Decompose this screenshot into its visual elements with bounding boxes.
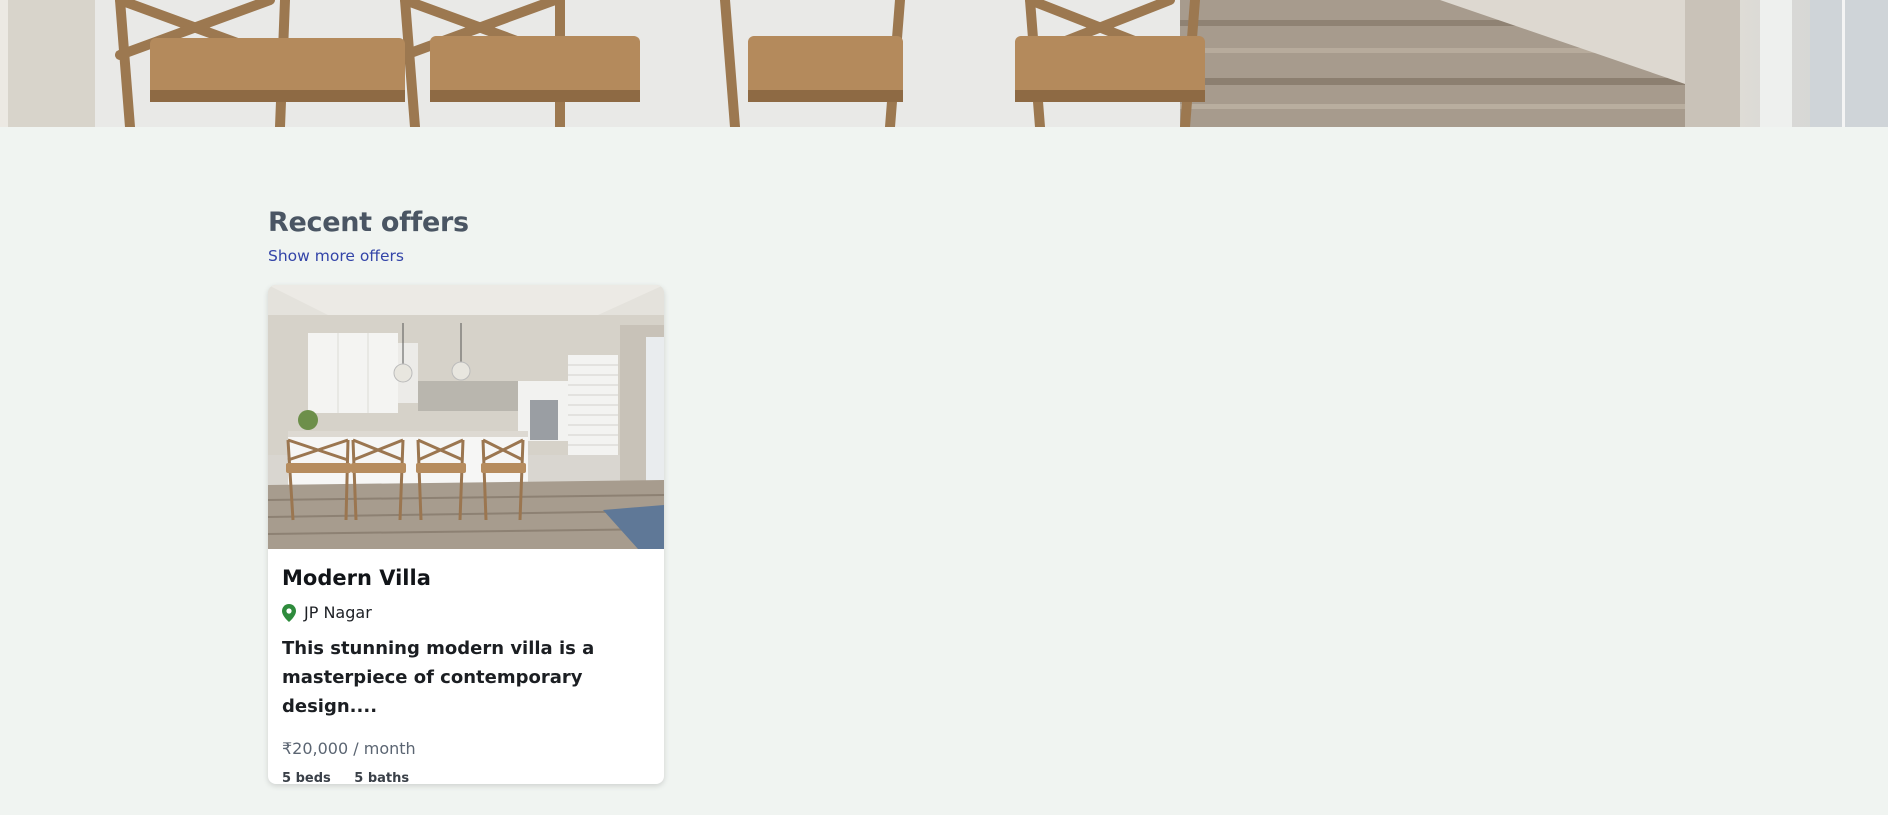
hero-kitchen-illustration (0, 0, 1888, 127)
recent-offers-section: Recent offers Show more offers (268, 203, 1168, 266)
section-title: Recent offers (268, 207, 469, 238)
offer-location-label: JP Nagar (304, 603, 372, 622)
offer-specs: 5 beds 5 baths (282, 770, 650, 784)
offer-title: Modern Villa (282, 566, 431, 590)
offer-image (268, 285, 664, 549)
offer-beds: 5 beds (282, 771, 331, 784)
offer-baths: 5 baths (354, 771, 410, 784)
offer-location: JP Nagar (282, 602, 650, 624)
hero-banner-image (0, 0, 1888, 127)
map-pin-icon (282, 604, 296, 622)
offer-description: This stunning modern villa is a masterpi… (282, 638, 595, 717)
show-more-offers-link[interactable]: Show more offers (268, 246, 404, 266)
kitchen-photo (268, 285, 664, 549)
offer-price: ₹20,000 / month (282, 739, 416, 758)
offer-card[interactable]: Modern Villa JP Nagar This stunning mode… (268, 285, 664, 784)
